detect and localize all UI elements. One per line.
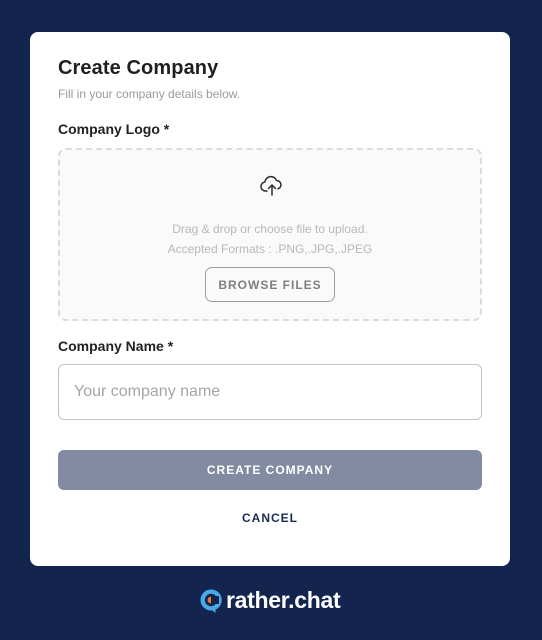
- create-company-button[interactable]: CREATE COMPANY: [58, 450, 482, 490]
- page-title: Create Company: [58, 57, 219, 79]
- browse-files-button[interactable]: BROWSE FILES: [205, 267, 335, 302]
- create-company-card: Create Company Fill in your company deta…: [30, 32, 510, 566]
- company-logo-label: Company Logo *: [58, 121, 170, 137]
- brand-logo: rather.chat: [198, 584, 341, 616]
- company-name-label: Company Name *: [58, 338, 174, 354]
- rather-chat-logo-icon: [198, 587, 224, 613]
- page-subtitle: Fill in your company details below.: [58, 87, 241, 101]
- dropzone-instruction: Drag & drop or choose file to upload.: [172, 222, 368, 236]
- brand-name: rather.chat: [226, 586, 341, 613]
- cancel-button[interactable]: CANCEL: [220, 504, 320, 532]
- company-name-input[interactable]: [58, 364, 482, 420]
- cloud-upload-icon: [259, 174, 285, 198]
- logo-dropzone[interactable]: Drag & drop or choose file to upload. Ac…: [58, 148, 482, 321]
- dropzone-accepted-formats: Accepted Formats : .PNG,.JPG,.JPEG: [167, 242, 373, 256]
